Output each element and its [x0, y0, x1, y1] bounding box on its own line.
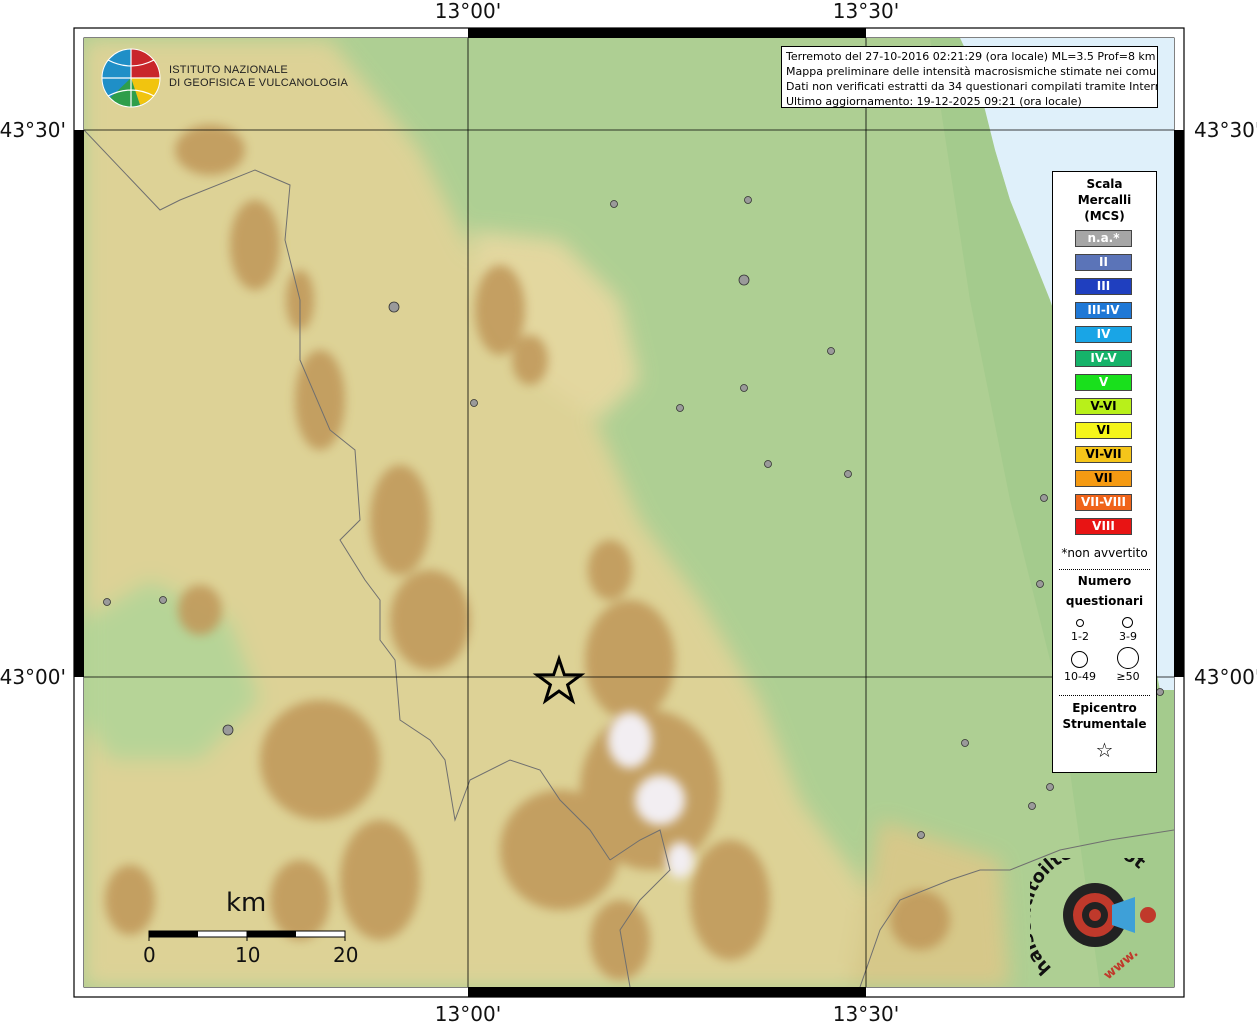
- mcs-legend: Scala Mercalli (MCS) n.a.* II III III-IV IV I…: [1052, 171, 1157, 773]
- legend-numero-title: questionari: [1065, 594, 1144, 608]
- legend-swatch-n-a-: n.a.*: [1075, 230, 1132, 247]
- size-label: 10-49: [1064, 670, 1096, 683]
- locality-point[interactable]: [610, 200, 618, 208]
- legend-swatch-viii: VIII: [1075, 518, 1132, 535]
- frame-segment-bottom: [468, 987, 866, 997]
- scale-bar-label: 10: [235, 943, 261, 967]
- legend-swatch-ii: II: [1075, 254, 1132, 271]
- legend-swatch-iii-iv: III-IV: [1075, 302, 1132, 319]
- frame-segment-left: [74, 130, 84, 677]
- legend-separator: [1059, 695, 1150, 696]
- locality-point[interactable]: [159, 596, 167, 604]
- frame-segment-top: [468, 28, 866, 38]
- size-label: 3-9: [1119, 630, 1137, 643]
- locality-point[interactable]: [1036, 580, 1044, 588]
- locality-point[interactable]: [388, 301, 400, 313]
- coord-left-lower: 43°00': [0, 665, 66, 689]
- legend-swatch-v: V: [1075, 374, 1132, 391]
- legend-swatch-iv: IV: [1075, 326, 1132, 343]
- legend-swatch-v-vi: V-VI: [1075, 398, 1132, 415]
- legend-title: Mercalli: [1077, 193, 1132, 207]
- coord-right-upper: 43°30': [1194, 118, 1257, 142]
- locality-point[interactable]: [1046, 783, 1054, 791]
- locality-point[interactable]: [222, 724, 234, 736]
- terrain: [84, 38, 1174, 987]
- legend-title: (MCS): [1084, 209, 1125, 223]
- legend-numero-title: Numero: [1077, 574, 1132, 588]
- coord-bottom-left: 13°00': [435, 1002, 501, 1024]
- locality-point[interactable]: [827, 347, 835, 355]
- legend-swatch-vii-viii: VII-VIII: [1075, 494, 1132, 511]
- locality-point[interactable]: [917, 831, 925, 839]
- size-label: ≥50: [1116, 670, 1140, 683]
- size-circle-icon: [1117, 647, 1139, 669]
- scale-bar-label: 0: [143, 943, 156, 967]
- ingv-logo-line: ISTITUTO NAZIONALE: [169, 64, 288, 76]
- legend-epicentro-title: Strumentale: [1062, 717, 1147, 731]
- event-info-line: Dati non verificati estratti da 34 quest…: [786, 80, 1158, 93]
- locality-point[interactable]: [738, 274, 750, 286]
- locality-point[interactable]: [740, 384, 748, 392]
- coord-top-left: 13°00': [435, 0, 501, 23]
- coord-left-upper: 43°30': [0, 118, 66, 142]
- size-label: 1-2: [1071, 630, 1089, 643]
- coord-bottom-right: 13°30': [833, 1002, 899, 1024]
- event-info-line: Mappa preliminare delle intensità macros…: [786, 65, 1158, 78]
- legend-swatch-vi-vii: VI-VII: [1075, 446, 1132, 463]
- event-info-line: Terremoto del 27-10-2016 02:21:29 (ora l…: [786, 50, 1156, 63]
- coord-right-lower: 43°00': [1194, 665, 1257, 689]
- ingv-logo-text: ISTITUTO NAZIONALE DI GEOFISICA E VULCAN…: [169, 64, 348, 90]
- locality-point[interactable]: [844, 470, 852, 478]
- watermark-url: www.: [1101, 946, 1141, 983]
- locality-point[interactable]: [1040, 494, 1048, 502]
- ingv-logo-line: DI GEOFISICA E VULCANOLOGIA: [169, 77, 348, 89]
- legend-epicentro-title: Epicentro: [1072, 701, 1137, 715]
- scale-bar-title: km: [226, 888, 267, 918]
- coord-top-right: 13°30': [833, 0, 899, 23]
- legend-title: Scala: [1086, 177, 1123, 191]
- event-info-box: Terremoto del 27-10-2016 02:21:29 (ora l…: [781, 46, 1158, 108]
- ingv-logo-icon: [101, 48, 161, 108]
- locality-point[interactable]: [764, 460, 772, 468]
- locality-point[interactable]: [1156, 688, 1164, 696]
- legend-star-icon: ☆: [1095, 738, 1114, 762]
- legend-swatch-vi: VI: [1075, 422, 1132, 439]
- legend-separator: [1059, 569, 1150, 570]
- legend-swatch-vii: VII: [1075, 470, 1132, 487]
- size-circle-icon: [1076, 619, 1084, 627]
- legend-non-avvertito: *non avvertito: [1061, 546, 1148, 560]
- scale-bar-label: 20: [333, 943, 359, 967]
- haisentito-watermark: haisentitoilterremoto.it www.: [1030, 858, 1149, 983]
- locality-point[interactable]: [744, 196, 752, 204]
- locality-point[interactable]: [676, 404, 684, 412]
- locality-point[interactable]: [103, 598, 111, 606]
- size-circle-icon: [1071, 651, 1088, 668]
- locality-point[interactable]: [470, 399, 478, 407]
- size-circle-icon: [1122, 617, 1133, 628]
- legend-swatch-iii: III: [1075, 278, 1132, 295]
- frame-segment-right: [1174, 130, 1184, 677]
- locality-point[interactable]: [1028, 802, 1036, 810]
- event-info-line: Ultimo aggiornamento: 19-12-2025 09:21 (…: [786, 95, 1082, 108]
- legend-swatch-iv-v: IV-V: [1075, 350, 1132, 367]
- locality-point[interactable]: [961, 739, 969, 747]
